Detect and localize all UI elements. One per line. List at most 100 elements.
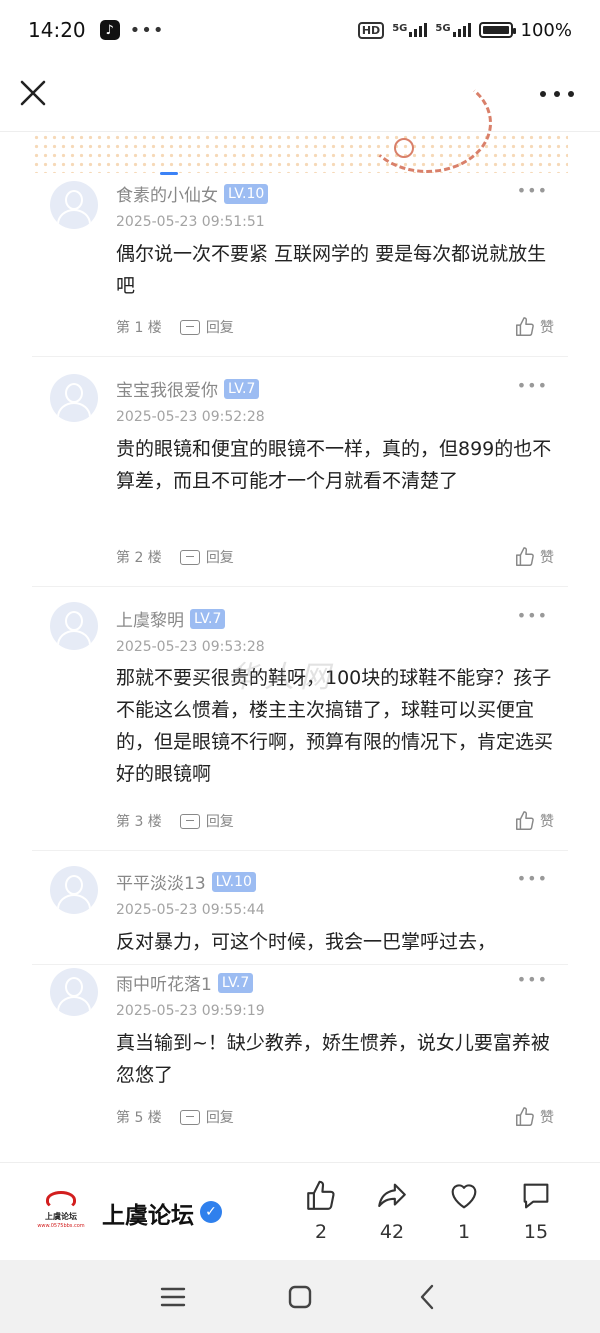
avatar[interactable] [50, 181, 98, 229]
share-button[interactable]: 42 [362, 1179, 422, 1243]
reply-icon [179, 319, 200, 335]
floor-number: 第 2 楼 [116, 550, 162, 566]
avatar[interactable] [50, 374, 98, 422]
banner-decoration [32, 73, 568, 173]
comment-text: 偶尔说一次不要紧 互联网学的 要是每次都说就放生吧 [116, 243, 547, 297]
avatar[interactable] [50, 866, 98, 914]
comment-more-button[interactable]: ••• [517, 181, 548, 200]
thumbs-up-icon [516, 317, 534, 336]
comment-text: 那就不要买很贵的鞋呀，100块的球鞋不能穿？孩子不能这么惯着，楼主主次搞错了，球… [116, 667, 554, 785]
status-bar: 14:20 ♪ ••• HD 5G 5G 100% [0, 0, 600, 60]
like-button[interactable]: 赞 [514, 546, 554, 568]
reply-label: 回复 [205, 814, 234, 830]
favorite-button[interactable]: 1 [434, 1179, 494, 1243]
signal-icon-2: 5G [435, 23, 471, 37]
comment-time: 2025-05-23 09:59:19 [116, 1003, 265, 1019]
back-button[interactable] [397, 1277, 457, 1317]
comment-time: 2025-05-23 09:55:44 [116, 902, 265, 918]
menu-button[interactable] [143, 1277, 203, 1317]
status-indicators: HD 5G 5G 100% [357, 20, 572, 41]
logo-url: www.0575bbs.com [37, 1223, 85, 1229]
comment-item: 食素的小仙女 LV.10 ••• 2025-05-23 09:51:51 偶尔说… [0, 178, 600, 354]
username[interactable]: 宝宝我很爱你 [116, 376, 218, 401]
username[interactable]: 上虞黎明 [116, 606, 184, 631]
divider [32, 850, 568, 851]
logo-text: 上虞论坛 [45, 1212, 77, 1221]
menu-icon [161, 1287, 186, 1306]
thumbs-up-icon [307, 1180, 335, 1210]
comment-text: 贵的眼镜和便宜的眼镜不一样，真的，但899的也不算差，而且不可能才一个月就看不清… [116, 438, 552, 492]
comment-more-button[interactable]: ••• [517, 970, 548, 989]
more-button[interactable] [540, 82, 574, 106]
forum-name[interactable]: 上虞论坛 [102, 1196, 194, 1230]
reply-icon [179, 549, 200, 565]
forum-logo[interactable]: 上虞论坛 www.0575bbs.com [36, 1189, 86, 1233]
back-icon [420, 1284, 433, 1309]
username[interactable]: 平平淡淡13 [116, 869, 206, 894]
level-badge: LV.10 [224, 183, 269, 204]
divider [32, 356, 568, 357]
comment-text: 反对暴力，可这个时候，我会一巴掌呼过去， [116, 931, 497, 953]
username[interactable]: 雨中听花落1 [116, 970, 212, 995]
reply-icon [179, 1109, 200, 1125]
reply-button[interactable]: 回复 [179, 811, 234, 831]
comment-button[interactable]: 15 [506, 1179, 566, 1243]
bottom-action-bar: 上虞论坛 www.0575bbs.com 上虞论坛 ✓ 2 42 1 15 [0, 1162, 600, 1260]
thumbs-up-icon [516, 811, 534, 830]
battery-icon [478, 22, 516, 38]
watermark: 华人网 [228, 660, 336, 695]
avatar[interactable] [50, 968, 98, 1016]
top-nav [0, 60, 600, 132]
tab-indicator [160, 172, 178, 175]
network-label-1: 5G [392, 23, 408, 34]
comment-item: 上虞黎明 LV.7 ••• 2025-05-23 09:53:28 那就不要买很… [0, 602, 600, 846]
close-icon [20, 80, 46, 106]
reply-label: 回复 [205, 1110, 234, 1126]
like-label: 赞 [540, 320, 554, 336]
verified-icon: ✓ [200, 1201, 222, 1223]
favorite-count: 1 [457, 1221, 471, 1243]
home-button[interactable] [270, 1277, 330, 1317]
comment-text: 真当输到~！缺少教养，娇生惯养，说女儿要富养被忽悠了 [116, 1032, 550, 1086]
like-button[interactable]: 赞 [514, 316, 554, 338]
thumbs-up-icon [516, 1107, 534, 1126]
reply-button[interactable]: 回复 [179, 1107, 234, 1127]
like-label: 赞 [540, 814, 554, 830]
more-icon [540, 91, 546, 97]
comment-more-button[interactable]: ••• [517, 606, 548, 625]
tiktok-icon: ♪ [99, 20, 120, 40]
signal-icon-1: 5G [392, 23, 428, 37]
level-badge: LV.7 [224, 378, 260, 399]
level-badge: LV.7 [190, 608, 226, 629]
like-button[interactable]: 赞 [514, 810, 554, 832]
status-more-dots: ••• [129, 19, 165, 41]
comment-item: 平平淡淡13 LV.10 ••• 2025-05-23 09:55:44 反对暴… [0, 866, 600, 964]
reply-button[interactable]: 回复 [179, 547, 234, 567]
network-label-2: 5G [435, 23, 451, 34]
level-badge: LV.10 [211, 871, 256, 892]
comment-more-button[interactable]: ••• [517, 376, 548, 395]
username[interactable]: 食素的小仙女 [116, 181, 218, 206]
like-label: 赞 [540, 1110, 554, 1126]
level-badge: LV.7 [217, 972, 254, 993]
comment-time: 2025-05-23 09:51:51 [116, 214, 265, 230]
comment-item: 雨中听花落1 LV.7 ••• 2025-05-23 09:59:19 真当输到… [0, 968, 600, 1144]
share-icon [378, 1183, 406, 1207]
thumbs-up-icon [516, 547, 534, 566]
floor-number: 第 1 楼 [116, 320, 162, 336]
logo-bird-icon [46, 1191, 76, 1209]
system-nav-bar [0, 1260, 600, 1333]
hd-icon: HD [357, 21, 385, 39]
floor-number: 第 5 楼 [116, 1110, 162, 1126]
like-count: 2 [314, 1221, 328, 1243]
like-post-button[interactable]: 2 [291, 1179, 351, 1243]
avatar[interactable] [50, 602, 98, 650]
reply-label: 回复 [205, 550, 234, 566]
reply-button[interactable]: 回复 [179, 317, 234, 337]
close-button[interactable] [18, 78, 48, 108]
comment-time: 2025-05-23 09:52:28 [116, 409, 265, 425]
comment-more-button[interactable]: ••• [517, 869, 548, 888]
like-button[interactable]: 赞 [514, 1106, 554, 1128]
like-label: 赞 [540, 550, 554, 566]
comment-count: 15 [523, 1221, 549, 1243]
